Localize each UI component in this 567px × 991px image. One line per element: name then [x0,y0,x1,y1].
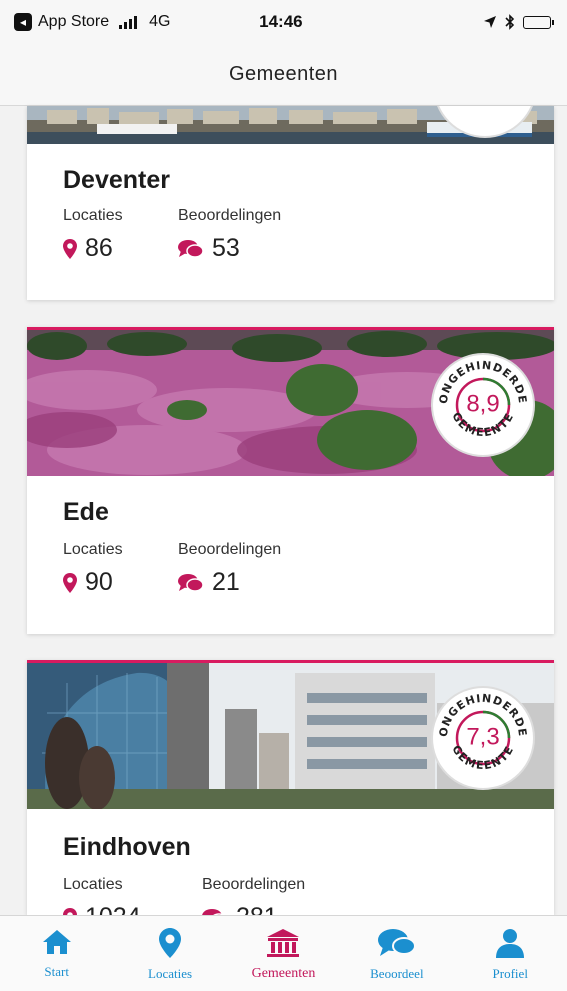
municipality-card-eindhoven[interactable]: ONGEHINDERDE GEMEENTE 7,3 Eindhoven Loca… [27,660,554,915]
map-pin-icon [63,907,77,915]
map-pin-icon [159,928,182,958]
tab-start[interactable]: Start [7,928,107,980]
tab-label: Gemeenten [251,966,316,981]
tab-label: Beoordeel [370,966,424,981]
map-pin-icon [63,238,77,259]
page-title: Gemeenten [228,63,338,85]
rating-badge: ONGEHINDERDE GEMEENTE 8,9 [433,355,533,455]
locaties-label: Locaties [63,541,123,558]
home-icon [42,930,71,954]
status-bar: ◂ App Store 4G 14:46 [0,0,567,44]
card-image: ONGEHINDERDE GEMEENTE 7,3 [27,663,554,809]
locaties-value: 1024 [85,903,141,915]
location-arrow-icon [484,16,496,28]
tab-beoordeel[interactable]: Beoordeel [347,928,447,982]
card-image [27,106,554,144]
beoordelingen-count: 53 [178,234,240,263]
back-arrow-icon[interactable]: ◂ [14,13,32,31]
tab-label: Locaties [148,966,193,981]
user-icon [496,929,525,958]
town-hall-icon [267,929,300,957]
signal-icon [119,15,138,29]
bluetooth-icon [505,14,515,30]
locaties-value: 86 [85,234,113,262]
locaties-count: 86 [63,234,113,263]
beoordelingen-value: 53 [212,234,240,262]
chat-icon [202,908,228,915]
nav-bar: Gemeenten [0,44,567,106]
back-app-label[interactable]: App Store [38,13,109,31]
beoordelingen-label: Beoordelingen [178,207,282,224]
beoordelingen-value: 21 [212,568,240,596]
card-image: ONGEHINDERDE GEMEENTE 8,9 [27,330,554,476]
chat-icon [178,239,204,259]
locaties-label: Locaties [63,876,123,893]
chat-icon [377,929,416,956]
tab-bar: Start Locaties Gemeenten Beoordeel Profi… [0,915,567,991]
status-right [483,14,554,30]
card-title: Eindhoven [63,833,191,861]
tab-label: Start [44,964,69,979]
map-pin-icon [63,572,77,593]
beoordelingen-count: 281 [202,903,278,915]
locaties-count: 1024 [63,903,141,915]
tab-label: Profiel [492,966,528,981]
locaties-label: Locaties [63,207,123,224]
status-left: ◂ App Store 4G [14,13,171,31]
rating-badge: ONGEHINDERDE GEMEENTE 7,3 [433,688,533,788]
tab-profiel[interactable]: Profiel [460,928,560,982]
rating-score: 7,3 [466,723,500,751]
status-time: 14:46 [259,12,303,31]
tab-gemeenten[interactable]: Gemeenten [233,928,333,982]
rating-score: 8,9 [466,390,500,418]
municipality-card-ede[interactable]: ONGEHINDERDE GEMEENTE 8,9 Ede Locaties B… [27,327,554,634]
locaties-count: 90 [63,568,113,597]
card-title: Deventer [63,166,170,194]
card-title: Ede [63,498,109,526]
beoordelingen-value: 281 [236,903,278,915]
battery-icon [523,15,554,29]
tab-locaties[interactable]: Locaties [120,928,220,982]
beoordelingen-label: Beoordelingen [202,876,306,893]
beoordelingen-label: Beoordelingen [178,541,282,558]
municipality-card-deventer[interactable]: Deventer Locaties Beoordelingen 86 53 [27,106,554,300]
chat-icon [178,573,204,593]
beoordelingen-count: 21 [178,568,240,597]
locaties-value: 90 [85,568,113,596]
network-label: 4G [149,13,171,30]
